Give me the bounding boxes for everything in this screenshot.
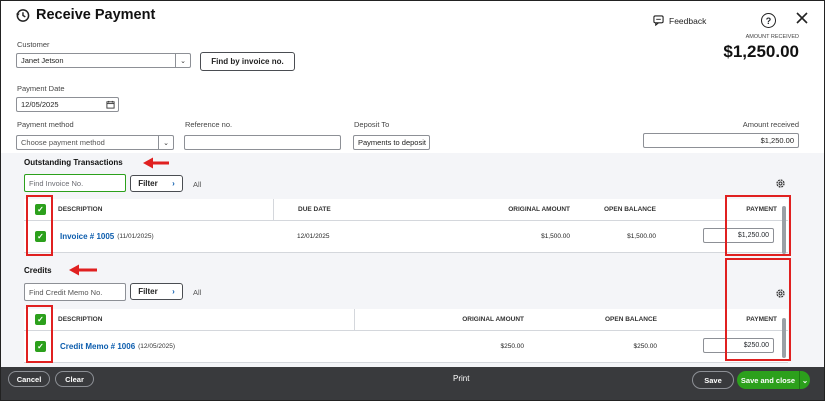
footer-bar: Cancel Clear Print Save Save and close ⌄ — [1, 367, 824, 400]
annotation-box — [26, 195, 53, 256]
chevron-down-icon[interactable]: ⌄ — [175, 54, 190, 67]
invoice-date: (11/01/2025) — [117, 233, 154, 240]
find-invoice-placeholder: Find Invoice No. — [29, 178, 84, 188]
settings-gear-icon[interactable] — [775, 178, 786, 191]
page-title: Receive Payment — [36, 7, 156, 23]
comment-icon — [653, 15, 664, 26]
credit-memo-date: (12/05/2025) — [138, 343, 176, 350]
annotation-box — [26, 305, 53, 363]
deposit-to-label: Deposit To — [354, 120, 390, 129]
col-original-amount: ORIGINAL AMOUNT — [354, 309, 524, 330]
cancel-button[interactable]: Cancel — [8, 371, 50, 387]
save-and-close-label: Save and close — [740, 375, 796, 385]
filter-label: Filter — [138, 179, 158, 188]
invoice-link[interactable]: Invoice # 1005 — [60, 232, 114, 241]
history-icon[interactable] — [15, 8, 30, 23]
save-button[interactable]: Save — [692, 371, 734, 389]
outstanding-title: Outstanding Transactions — [24, 158, 123, 167]
annotation-box — [725, 258, 791, 361]
feedback-label: Feedback — [669, 15, 707, 26]
amount-received-field-label: Amount received — [742, 120, 799, 129]
close-icon[interactable] — [795, 11, 809, 27]
table-row[interactable]: ✓ Credit Memo # 1006 (12/05/2025) $250.0… — [24, 331, 788, 363]
reference-input[interactable] — [184, 135, 341, 150]
feedback-button[interactable]: Feedback — [653, 15, 706, 26]
annotation-arrow-icon — [143, 157, 169, 169]
payment-method-select[interactable]: Choose payment method ⌄ — [16, 135, 174, 150]
credit-memo-link[interactable]: Credit Memo # 1006 — [60, 342, 135, 351]
amount-received-input-value: $1,250.00 — [760, 136, 794, 145]
payment-date-input[interactable]: 12/05/2025 — [16, 97, 119, 112]
chevron-down-icon[interactable]: ⌄ — [799, 371, 810, 389]
col-open-balance: OPEN BALANCE — [604, 316, 657, 323]
col-original-amount: ORIGINAL AMOUNT — [508, 206, 570, 213]
col-description: DESCRIPTION — [58, 316, 103, 323]
find-credit-memo-placeholder: Find Credit Memo No. — [29, 287, 103, 297]
help-icon[interactable]: ? — [761, 13, 776, 28]
find-credit-memo-input[interactable]: Find Credit Memo No. — [24, 283, 126, 301]
col-description: DESCRIPTION — [58, 206, 103, 213]
open-balance-value: $1,500.00 — [627, 233, 656, 240]
chevron-right-icon: › — [172, 179, 175, 188]
customer-value: Janet Jetson — [21, 56, 64, 65]
outstanding-all-label: All — [193, 180, 202, 189]
print-link[interactable]: Print — [453, 374, 469, 383]
payment-method-placeholder: Choose payment method — [21, 138, 105, 147]
amount-received-heading: AMOUNT RECEIVED — [745, 34, 799, 40]
deposit-to-select[interactable]: Payments to deposit — [353, 135, 430, 150]
original-amount-value: $250.00 — [500, 343, 525, 350]
credits-title: Credits — [24, 266, 52, 275]
due-date-value: 12/01/2025 — [297, 233, 330, 240]
payment-date-label: Payment Date — [17, 84, 65, 93]
payment-date-value: 12/05/2025 — [21, 100, 59, 109]
amount-received-input[interactable]: $1,250.00 — [643, 133, 799, 148]
outstanding-filter-button[interactable]: Filter › — [130, 175, 183, 192]
customer-select[interactable]: Janet Jetson ⌄ — [16, 53, 191, 68]
reference-label: Reference no. — [185, 120, 233, 129]
original-amount-value: $1,500.00 — [541, 233, 570, 240]
col-open-balance: OPEN BALANCE — [603, 206, 656, 213]
clear-button[interactable]: Clear — [55, 371, 94, 387]
customer-label: Customer — [17, 40, 50, 49]
title-row: Receive Payment — [15, 7, 155, 23]
amount-received-total: $1,250.00 — [723, 42, 799, 61]
filter-label: Filter — [138, 287, 158, 296]
payment-method-label: Payment method — [17, 120, 74, 129]
calendar-icon[interactable] — [106, 100, 115, 111]
outstanding-table-header: ✓ DESCRIPTION DUE DATE ORIGINAL AMOUNT O… — [24, 199, 788, 221]
find-invoice-input[interactable]: Find Invoice No. — [24, 174, 126, 192]
credits-table-header: ✓ DESCRIPTION ORIGINAL AMOUNT OPEN BALAN… — [24, 309, 788, 331]
table-row[interactable]: ✓ Invoice # 1005 (11/01/2025) 12/01/2025… — [24, 221, 788, 253]
annotation-box — [725, 195, 791, 256]
credits-all-label: All — [193, 288, 202, 297]
chevron-down-icon[interactable]: ⌄ — [158, 136, 173, 149]
deposit-to-value: Payments to deposit — [358, 138, 426, 147]
col-due-date: DUE DATE — [273, 199, 331, 220]
save-and-close-button[interactable]: Save and close ⌄ — [737, 371, 810, 389]
annotation-arrow-icon — [69, 264, 97, 276]
open-balance-value: $250.00 — [633, 343, 658, 350]
credits-filter-button[interactable]: Filter › — [130, 283, 183, 300]
chevron-right-icon: › — [172, 287, 175, 296]
find-by-invoice-button[interactable]: Find by invoice no. — [200, 52, 295, 71]
